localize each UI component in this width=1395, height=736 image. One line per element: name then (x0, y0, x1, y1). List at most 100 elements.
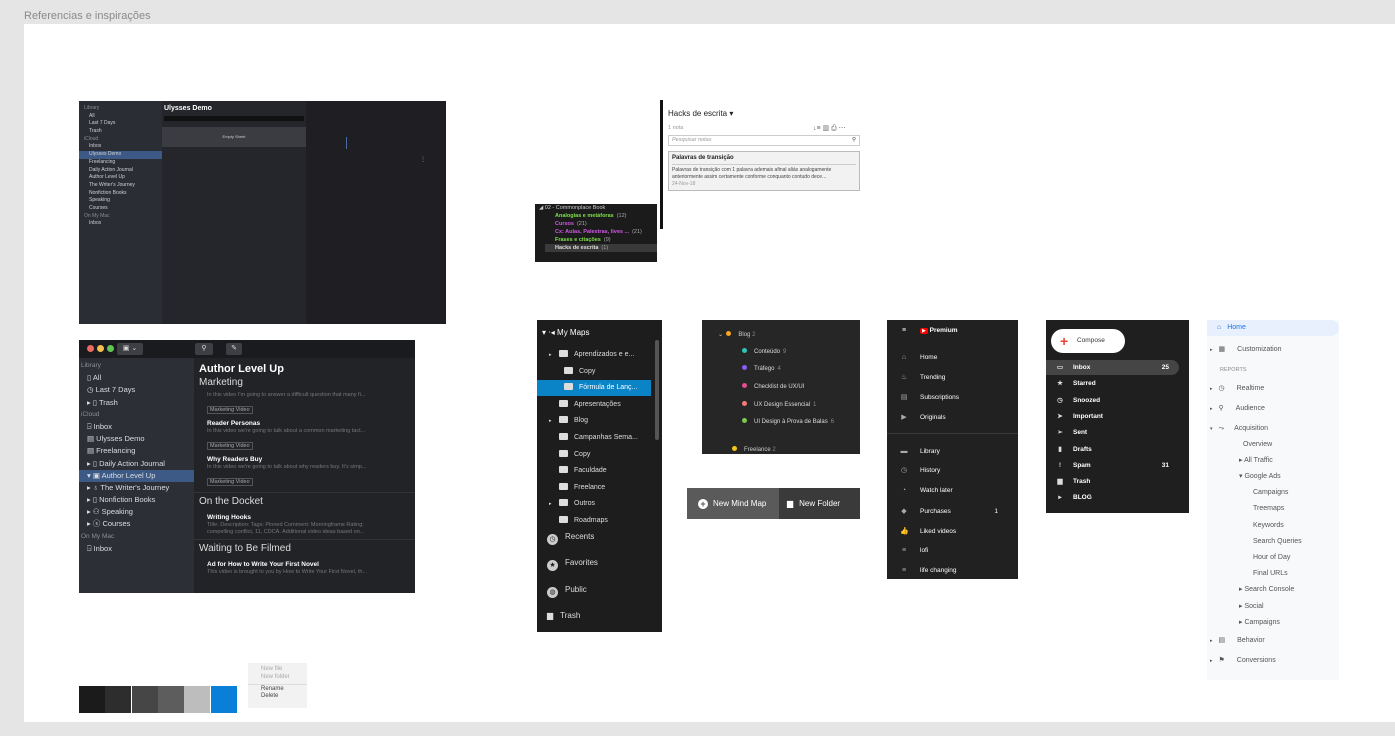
sidebar-item[interactable]: Nonfiction Books (79, 190, 162, 198)
minimize-window-icon[interactable] (97, 345, 104, 352)
sidebar-item-author-level-up[interactable]: ▾ ▣ Author Level Up (79, 469, 194, 482)
color-swatch[interactable] (105, 686, 132, 713)
youtube-nav-item[interactable]: 👍 Liked videos (887, 525, 1018, 539)
search-input[interactable] (164, 116, 304, 121)
map-folder-item[interactable]: Copy (537, 364, 662, 380)
youtube-nav-item[interactable]: ◔ Watch later (887, 484, 1018, 498)
blog-item[interactable]: Tráfego 4 (742, 365, 852, 373)
sidebar-item-all[interactable]: ▯ All (79, 372, 194, 384)
new-mind-map-button[interactable]: + New Mind Map (687, 488, 779, 519)
sidebar-item-inbox[interactable]: ⍈ Inbox (79, 421, 194, 433)
nav-home[interactable]: ⌂ Home (1207, 320, 1339, 336)
sheet-item[interactable]: Why Readers Buy In this video we're going… (194, 452, 415, 488)
notebook-item[interactable]: Hacks de escrita (1) (545, 244, 657, 252)
map-folder-item[interactable]: Campanhas Sema... (537, 430, 662, 446)
note-card[interactable]: Palavras de transição Palavras de transi… (668, 151, 860, 191)
sheet-item[interactable]: Ad for How to Write Your First Novel This… (194, 557, 415, 575)
nav-campaigns-2[interactable]: ▸ Campaigns (1207, 615, 1339, 631)
youtube-nav-item[interactable]: ◆ Purchases 1 (887, 505, 1018, 519)
nav-keywords[interactable]: Keywords (1207, 518, 1339, 534)
mail-folder-item[interactable]: ◷ Snoozed (1046, 393, 1179, 408)
sidebar-item-nonfiction[interactable]: ▸ ▯ Nonfiction Books (79, 494, 194, 506)
nav-overview[interactable]: Overview (1207, 437, 1339, 453)
nav-social[interactable]: ▸ Social (1207, 599, 1339, 615)
new-folder-button[interactable]: ▆ New Folder (779, 488, 860, 519)
search-icon[interactable]: ⚲ (195, 343, 213, 355)
youtube-nav-item[interactable]: ⌂ Home (887, 351, 1018, 365)
sidebar-item-speaking[interactable]: ▸ ⚇ Speaking (79, 506, 194, 518)
notes-title[interactable]: Hacks de escrita ▾ (663, 100, 872, 124)
sidebar-item[interactable]: Ulysses Demo (79, 151, 162, 159)
sidebar-item[interactable]: Daily Action Journal (79, 167, 162, 175)
mail-folder-item[interactable]: ! Spam 31 (1046, 458, 1179, 473)
mail-folder-item[interactable]: ▭ Inbox 25 (1046, 360, 1179, 375)
sidebar-item[interactable]: Speaking (79, 197, 162, 205)
sidebar-item[interactable]: Trash (79, 128, 162, 136)
map-folder-item[interactable]: Roadmaps (537, 513, 662, 529)
nav-campaigns[interactable]: Campaigns (1207, 485, 1339, 501)
color-swatch[interactable] (157, 686, 184, 713)
youtube-nav-item[interactable]: ≡ lofi (887, 544, 1018, 558)
blog-item[interactable]: Conteúdo 9 (742, 348, 852, 356)
map-folder-item[interactable]: ▸ Aprendizados e e... (537, 347, 662, 363)
map-folder-item[interactable]: Faculdade (537, 463, 662, 479)
sidebar-item-demo[interactable]: ▤ Ulysses Demo (79, 433, 194, 445)
nav-realtime[interactable]: ▸ ◷ Realtime (1207, 381, 1339, 397)
nav-conversions[interactable]: ▸ ⚑ Conversions (1207, 653, 1339, 669)
sidebar-item[interactable]: The Writer's Journey (79, 182, 162, 190)
sidebar-item-courses[interactable]: ▸ ⓢ Courses (79, 518, 194, 530)
color-swatch[interactable] (184, 686, 211, 713)
color-swatch[interactable] (210, 686, 237, 713)
youtube-nav-item[interactable]: ▬ Library (887, 445, 1018, 459)
notebook-item[interactable]: Analogias e metáforas (12) (545, 212, 657, 220)
nav-search-queries[interactable]: Search Queries (1207, 534, 1339, 550)
mail-folder-item[interactable]: ▮ Drafts (1046, 442, 1179, 457)
notes-search-input[interactable]: Pesquisar notas ⚲ (668, 135, 860, 146)
scrollbar[interactable] (655, 340, 659, 440)
youtube-nav-item[interactable]: ▤ Subscriptions (887, 391, 1018, 405)
sidebar-item[interactable]: Inbox (79, 220, 162, 228)
mail-folder-item[interactable]: ➢ Sent (1046, 425, 1179, 440)
blog-group[interactable]: ⌄ Blog 2 (718, 331, 755, 338)
nav-behavior[interactable]: ▸ ▤ Behavior (1207, 633, 1339, 649)
map-folder-item[interactable]: Fórmula de Lanç... (537, 380, 651, 397)
menu-new-file[interactable]: New file (248, 665, 307, 673)
menu-rename[interactable]: Rename (248, 684, 307, 692)
menu-new-folder[interactable]: New folder (248, 673, 307, 681)
map-folder-item[interactable]: Copy (537, 447, 662, 463)
blog-item[interactable]: Checklist de UX/UI (742, 383, 852, 391)
map-folder-item[interactable]: ▸ Outros (537, 496, 662, 512)
nav-google-ads[interactable]: ▾ Google Ads (1207, 469, 1339, 485)
more-icon[interactable]: ⋮ (420, 156, 426, 163)
notebook-item[interactable]: Cursos (21) (545, 220, 657, 228)
notebook-item[interactable]: Cx: Aulas, Palestras, lives ... (21) (545, 228, 657, 236)
sheet-item[interactable]: Reader Personas In this video we're going… (194, 416, 415, 452)
color-swatch[interactable] (79, 686, 105, 713)
notebook-header[interactable]: ◢ 02 - Commonplace Book (535, 204, 657, 212)
compose-icon[interactable]: ✎ (226, 343, 242, 355)
menu-delete[interactable]: Delete (248, 692, 307, 700)
recents-item[interactable]: ◷ Recents (537, 529, 662, 545)
freelance-group[interactable]: Freelance 2 (732, 446, 776, 453)
sidebar-item-last7[interactable]: ◷ Last 7 Days (79, 384, 194, 396)
public-item[interactable]: ◍ Public (537, 582, 662, 598)
sidebar-item-trash[interactable]: ▸ ▯ Trash (79, 397, 194, 409)
trash-item[interactable]: ▆ Trash (537, 608, 662, 624)
sidebar-item[interactable]: Last 7 Days (79, 120, 162, 128)
sheet-item[interactable]: In this video I'm going to answer a diff… (194, 391, 415, 416)
nav-hour-of-day[interactable]: Hour of Day (1207, 550, 1339, 566)
mail-folder-item[interactable]: ★ Starred (1046, 376, 1179, 391)
map-folder-item[interactable]: Freelance (537, 480, 662, 496)
sidebar-item-writers-journey[interactable]: ▸ ♁ The Writer's Journey (79, 482, 194, 494)
sidebar-item[interactable]: Inbox (79, 143, 162, 151)
color-swatch[interactable] (131, 686, 158, 713)
compose-button[interactable]: + Compose (1051, 329, 1125, 353)
map-folder-item[interactable]: Apresentações (537, 397, 662, 413)
zoom-window-icon[interactable] (107, 345, 114, 352)
sidebar-toggle-icon[interactable]: ▣ ⌄ (117, 343, 143, 355)
sheet-item[interactable]: Writing Hooks Title: Description: Tags: P… (194, 510, 415, 535)
notebook-item[interactable]: Frases e citações (9) (545, 236, 657, 244)
blog-item[interactable]: UX Design Essencial 1 (742, 401, 852, 409)
mail-folder-item[interactable]: ▆ Trash (1046, 474, 1179, 489)
mymaps-title[interactable]: ▾ ⋅◂ My Maps (537, 325, 662, 341)
